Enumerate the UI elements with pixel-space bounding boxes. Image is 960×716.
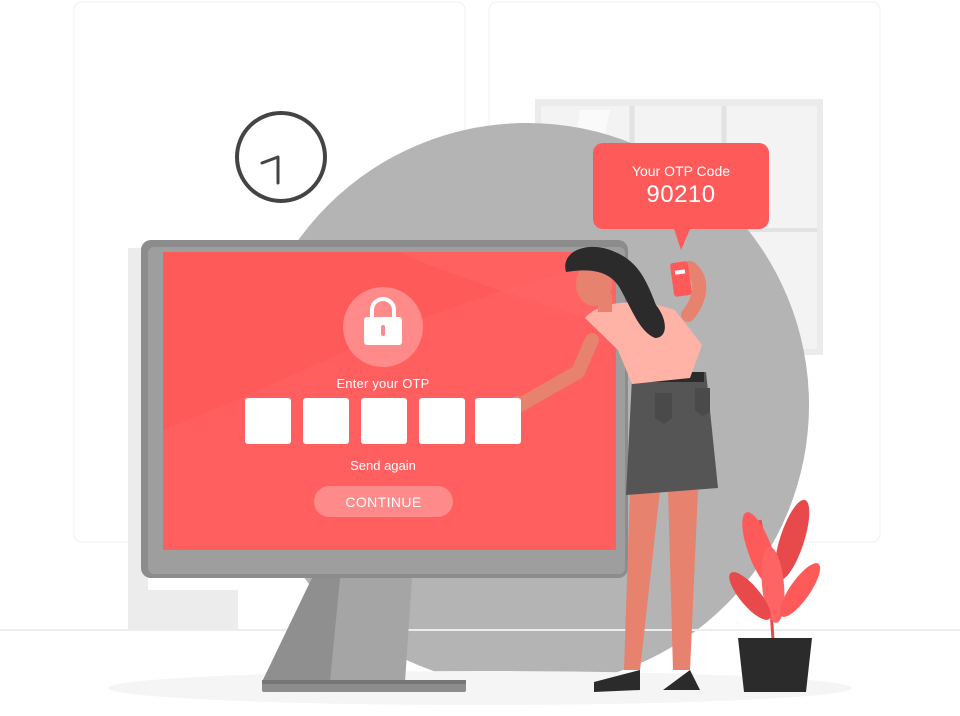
send-again-link[interactable]: Send again: [163, 458, 603, 473]
otp-notification-code: 90210: [646, 181, 716, 208]
otp-notification-title: Your OTP Code: [631, 163, 731, 179]
floor-shadow: [108, 671, 852, 705]
otp-prompt-label: Enter your OTP: [336, 376, 430, 391]
otp-illustration: [0, 1, 960, 705]
otp-digit-input[interactable]: [303, 398, 349, 444]
continue-button[interactable]: CONTINUE: [314, 486, 453, 517]
otp-digit-input[interactable]: [245, 398, 291, 444]
otp-digit-input[interactable]: [419, 398, 465, 444]
clock-icon: [235, 111, 327, 203]
otp-digit-input[interactable]: [475, 398, 521, 444]
lock-icon: [343, 287, 423, 367]
otp-digit-input[interactable]: [361, 398, 407, 444]
